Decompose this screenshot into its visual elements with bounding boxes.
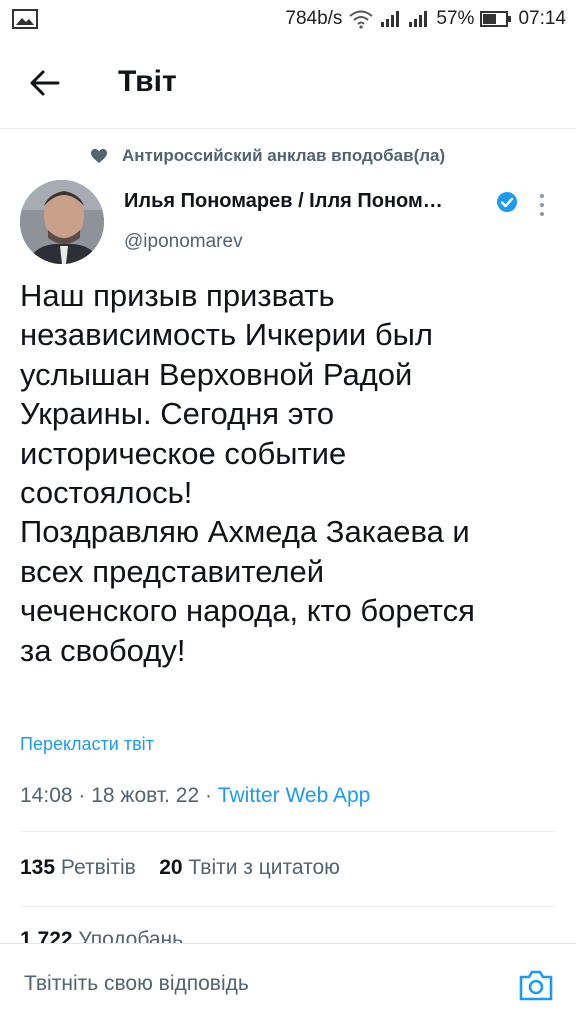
translate-tweet-link[interactable]: Перекласти твіт bbox=[20, 734, 154, 755]
author-name[interactable]: Илья Пономарев / Ілля Поном… bbox=[124, 190, 443, 213]
retweets-label: Ретвітів bbox=[60, 856, 136, 879]
network-speed: 784b/s bbox=[285, 8, 343, 29]
clock: 07:14 bbox=[518, 8, 566, 29]
status-bar: 784b/s 57% 07:14 bbox=[0, 0, 576, 38]
page-title: Твіт bbox=[118, 65, 177, 98]
battery-percent: 57% bbox=[436, 8, 475, 29]
battery-icon bbox=[480, 11, 512, 27]
arrow-left-icon[interactable] bbox=[28, 68, 62, 98]
tweet-source-link[interactable]: Twitter Web App bbox=[218, 784, 371, 807]
image-icon bbox=[12, 9, 38, 29]
divider bbox=[20, 906, 556, 907]
social-context[interactable]: Антироссийский анклав вподобав(ла) bbox=[90, 146, 445, 166]
retweets-stat[interactable]: 135 Ретвітів bbox=[20, 856, 136, 879]
divider bbox=[20, 831, 556, 832]
author-handle[interactable]: @iponomarev bbox=[124, 231, 243, 253]
tweet-text: Наш призыв призвать независимость Ичкери… bbox=[20, 278, 475, 668]
quotes-label: Твіти з цитатою bbox=[188, 856, 340, 879]
wifi-icon bbox=[349, 10, 374, 29]
signal-icon bbox=[381, 11, 400, 27]
quotes-count: 20 bbox=[159, 856, 183, 879]
avatar[interactable] bbox=[20, 180, 104, 264]
tweet-stats: 135 Ретвітів 20 Твіти з цитатою bbox=[20, 856, 340, 880]
reply-bar: Твітніть свою відповідь bbox=[0, 943, 576, 1025]
more-options-icon[interactable] bbox=[536, 192, 548, 218]
social-context-text: Антироссийский анклав вподобав(ла) bbox=[122, 146, 446, 165]
avatar-image bbox=[20, 180, 104, 264]
quotes-stat[interactable]: 20 Твіти з цитатою bbox=[159, 856, 340, 879]
reply-input[interactable]: Твітніть свою відповідь bbox=[24, 972, 249, 996]
verified-badge-icon bbox=[497, 192, 517, 212]
top-bar: Твіт bbox=[0, 38, 576, 129]
retweets-count: 135 bbox=[20, 856, 56, 879]
heart-icon bbox=[91, 149, 107, 163]
signal-icon bbox=[409, 11, 428, 27]
tweet-time: 14:08 · 18 жовт. 22 · bbox=[20, 784, 218, 807]
tweet-metadata: 14:08 · 18 жовт. 22 · Twitter Web App bbox=[20, 784, 370, 808]
camera-icon[interactable] bbox=[518, 968, 554, 1002]
